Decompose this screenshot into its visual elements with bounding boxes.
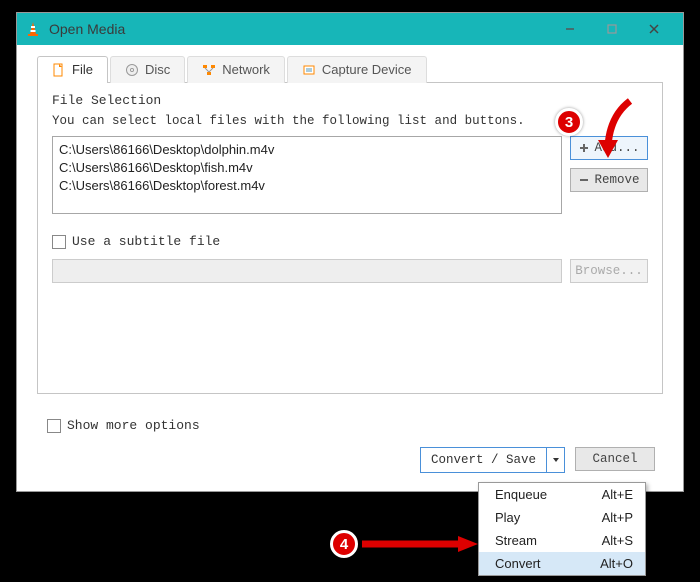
remove-button[interactable]: Remove <box>570 168 648 192</box>
more-options-row: Show more options <box>47 418 200 433</box>
convert-dropdown-menu: Enqueue Alt+E Play Alt+P Stream Alt+S Co… <box>478 482 646 576</box>
menu-item-convert[interactable]: Convert Alt+O <box>479 552 645 575</box>
window-title: Open Media <box>49 21 549 37</box>
menu-label: Stream <box>495 533 537 548</box>
more-options-label: Show more options <box>67 418 200 433</box>
file-icon <box>52 63 66 77</box>
minimize-button[interactable] <box>549 15 591 43</box>
disc-icon <box>125 63 139 77</box>
annotation-step-3: 3 <box>555 108 583 136</box>
menu-shortcut: Alt+O <box>600 556 633 571</box>
menu-label: Convert <box>495 556 541 571</box>
annotation-arrow-3 <box>590 96 650 166</box>
convert-save-button[interactable]: Convert / Save <box>420 447 565 473</box>
subtitle-label: Use a subtitle file <box>72 234 220 249</box>
tab-label: Capture Device <box>322 62 412 77</box>
window-buttons <box>549 15 675 43</box>
browse-button: Browse... <box>570 259 648 283</box>
tab-disc[interactable]: Disc <box>110 56 185 83</box>
plus-icon <box>578 142 590 154</box>
annotation-arrow-4 <box>362 534 482 554</box>
subtitle-row: Use a subtitle file <box>52 234 648 249</box>
browse-row: Browse... <box>52 259 648 283</box>
close-button[interactable] <box>633 15 675 43</box>
file-item[interactable]: C:\Users\86166\Desktop\forest.m4v <box>59 177 555 195</box>
network-icon <box>202 63 216 77</box>
menu-label: Play <box>495 510 520 525</box>
open-media-window: Open Media File Disc Network Capture Dev… <box>16 12 684 492</box>
minus-icon <box>578 174 590 186</box>
step-badge: 3 <box>555 108 583 136</box>
footer-buttons: Convert / Save Cancel <box>420 447 655 473</box>
tab-label: File <box>72 62 93 77</box>
convert-label: Convert / Save <box>421 453 546 467</box>
menu-item-stream[interactable]: Stream Alt+S <box>479 529 645 552</box>
file-item[interactable]: C:\Users\86166\Desktop\fish.m4v <box>59 159 555 177</box>
cancel-button[interactable]: Cancel <box>575 447 655 471</box>
capture-icon <box>302 63 316 77</box>
menu-shortcut: Alt+S <box>602 533 633 548</box>
tabs: File Disc Network Capture Device <box>17 45 683 82</box>
file-list[interactable]: C:\Users\86166\Desktop\dolphin.m4v C:\Us… <box>52 136 562 214</box>
convert-dropdown-toggle[interactable] <box>546 448 564 472</box>
tab-capture[interactable]: Capture Device <box>287 56 427 83</box>
menu-label: Enqueue <box>495 487 547 502</box>
file-item[interactable]: C:\Users\86166\Desktop\dolphin.m4v <box>59 141 555 159</box>
tab-label: Disc <box>145 62 170 77</box>
titlebar: Open Media <box>17 13 683 45</box>
tab-label: Network <box>222 62 270 77</box>
chevron-down-icon <box>552 456 560 464</box>
menu-shortcut: Alt+P <box>602 510 633 525</box>
subtitle-checkbox[interactable] <box>52 235 66 249</box>
maximize-button[interactable] <box>591 15 633 43</box>
menu-item-play[interactable]: Play Alt+P <box>479 506 645 529</box>
section-title: File Selection <box>52 93 648 108</box>
menu-item-enqueue[interactable]: Enqueue Alt+E <box>479 483 645 506</box>
tab-file[interactable]: File <box>37 56 108 83</box>
vlc-cone-icon <box>25 21 41 37</box>
menu-shortcut: Alt+E <box>602 487 633 502</box>
subtitle-path-input <box>52 259 562 283</box>
file-row: C:\Users\86166\Desktop\dolphin.m4v C:\Us… <box>52 136 648 214</box>
annotation-step-4: 4 <box>330 530 358 558</box>
remove-label: Remove <box>594 173 639 187</box>
tab-network[interactable]: Network <box>187 56 285 83</box>
step-badge: 4 <box>330 530 358 558</box>
more-options-checkbox[interactable] <box>47 419 61 433</box>
